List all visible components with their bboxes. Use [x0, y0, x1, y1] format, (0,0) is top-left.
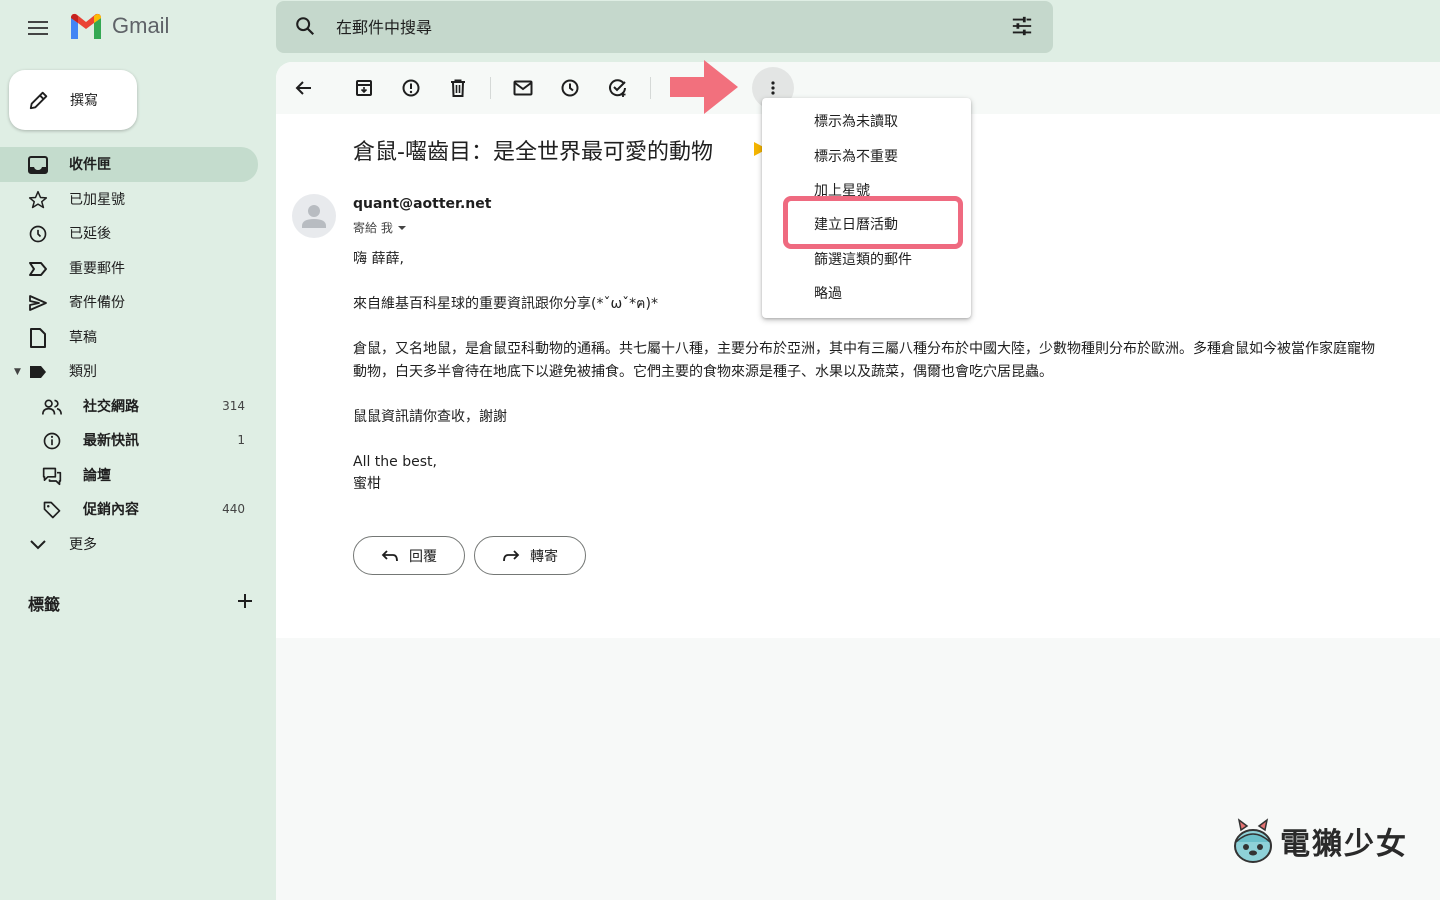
forward-icon — [503, 549, 520, 561]
sidebar-item-sent[interactable]: 寄件備份 — [0, 285, 276, 320]
gmail-m-icon — [71, 13, 101, 39]
archive-icon — [356, 80, 372, 96]
sidebar-item-snoozed[interactable]: 已延後 — [0, 216, 276, 251]
watermark-text: 電獺少女 — [1280, 827, 1408, 862]
sidebar-item-social[interactable]: 社交網路 314 — [0, 389, 276, 424]
body-line: All the best, — [353, 453, 437, 470]
reply-actions: 回覆 轉寄 — [353, 536, 586, 575]
top-bar: Gmail — [0, 0, 1440, 56]
archive-button[interactable] — [348, 72, 380, 104]
email-subject: 倉鼠-囓齒目：是全世界最可愛的動物 — [353, 140, 713, 165]
body-line: 動物，白天多半會待在地底下以避免被捕食。它們主要的食物來源是種子、水果以及蔬菜，… — [353, 363, 1053, 380]
body-line — [353, 383, 1440, 406]
watermark: 電獺少女 — [1232, 818, 1408, 864]
sidebar-item-important[interactable]: 重要郵件 — [0, 251, 276, 286]
more-vert-icon — [771, 81, 775, 95]
hamburger-icon — [28, 21, 48, 35]
toolbar-divider — [650, 77, 651, 99]
person-icon — [302, 205, 326, 228]
sidebar-item-categories[interactable]: ▼ 類別 — [0, 354, 276, 389]
info-icon — [42, 431, 62, 451]
clock-icon — [28, 224, 48, 244]
arrow-left-icon — [295, 81, 311, 95]
gmail-logo[interactable]: Gmail — [68, 12, 169, 40]
menu-item-mark-not-important[interactable]: 標示為不重要 — [762, 138, 971, 172]
add-to-tasks-button[interactable] — [602, 72, 634, 104]
sidebar-item-starred[interactable]: 已加星號 — [0, 182, 276, 217]
unread-count: 1 — [237, 433, 245, 448]
mark-unread-button[interactable] — [507, 72, 539, 104]
caret-down-icon — [397, 225, 406, 230]
snooze-button[interactable] — [554, 72, 586, 104]
avatar[interactable] — [292, 194, 336, 238]
menu-item-mute[interactable]: 略過 — [762, 276, 971, 310]
compose-label: 撰寫 — [70, 93, 98, 109]
body-line: 倉鼠，又名地鼠，是倉鼠亞科動物的通稱。共七屬十八種，主要分布於亞洲，其中有三屬八… — [353, 341, 1375, 357]
expand-icon — [28, 535, 48, 555]
reply-icon — [381, 549, 398, 561]
highlight-box — [783, 196, 963, 249]
mail-icon — [513, 80, 533, 96]
main-menu-button[interactable] — [20, 10, 56, 46]
sidebar-item-more[interactable]: 更多 — [0, 527, 276, 562]
body-line — [353, 316, 1440, 339]
draft-icon — [28, 327, 48, 348]
sidebar-item-drafts[interactable]: 草稿 — [0, 320, 276, 355]
unread-count: 440 — [222, 502, 245, 517]
body-line — [353, 428, 1440, 451]
sidebar-item-updates[interactable]: 最新快訊 1 — [0, 423, 276, 458]
inbox-icon — [28, 155, 48, 175]
body-line: 蜜柑 — [353, 476, 381, 492]
search-input[interactable] — [336, 13, 976, 41]
send-icon — [28, 293, 48, 313]
star-icon — [28, 190, 48, 210]
report-spam-button[interactable] — [395, 72, 427, 104]
label-icon — [28, 362, 48, 382]
body-line: 鼠鼠資訊請你查收，謝謝 — [353, 408, 507, 425]
tag-icon — [42, 500, 62, 520]
collapse-caret-icon[interactable]: ▼ — [14, 367, 21, 377]
trash-icon — [451, 79, 465, 97]
sidebar-item-forums[interactable]: 論壇 — [0, 458, 276, 493]
reply-button[interactable]: 回覆 — [353, 536, 465, 575]
search-icon[interactable] — [294, 15, 316, 41]
search-bar[interactable] — [276, 1, 1053, 53]
sidebar-item-inbox[interactable]: 收件匣 — [0, 147, 258, 182]
people-icon — [42, 397, 62, 417]
report-icon — [402, 79, 420, 97]
sidebar-nav: 收件匣 已加星號 已延後 重要郵件 寄件備份 草稿 ▼ 類別 社交網路 314 … — [0, 147, 276, 561]
labels-title: 標籤 — [28, 595, 61, 614]
delete-button[interactable] — [442, 72, 474, 104]
forum-icon — [42, 466, 62, 486]
clock-icon — [561, 79, 579, 97]
add-label-icon[interactable] — [236, 592, 254, 614]
otter-mascot-icon — [1234, 818, 1272, 863]
app-name: Gmail — [112, 13, 170, 38]
sender-address: quant@aotter.net — [353, 196, 492, 212]
back-button[interactable] — [288, 72, 320, 104]
unread-count: 314 — [222, 398, 245, 413]
compose-button[interactable]: 撰寫 — [9, 70, 137, 130]
label-marker-icon[interactable] — [754, 142, 762, 156]
sidebar-item-promotions[interactable]: 促銷內容 440 — [0, 492, 276, 527]
toolbar-divider — [490, 77, 491, 99]
labels-section-header: 標籤 — [28, 590, 254, 616]
important-icon — [28, 259, 48, 279]
recipient-line[interactable]: 寄給 我 — [353, 219, 407, 236]
menu-item-mark-unread[interactable]: 標示為未讀取 — [762, 104, 971, 138]
add-task-icon — [609, 79, 626, 97]
search-options-icon[interactable] — [1011, 15, 1033, 41]
forward-button[interactable]: 轉寄 — [474, 536, 586, 575]
annotation-arrow-icon — [670, 60, 738, 114]
pencil-icon — [29, 91, 48, 110]
